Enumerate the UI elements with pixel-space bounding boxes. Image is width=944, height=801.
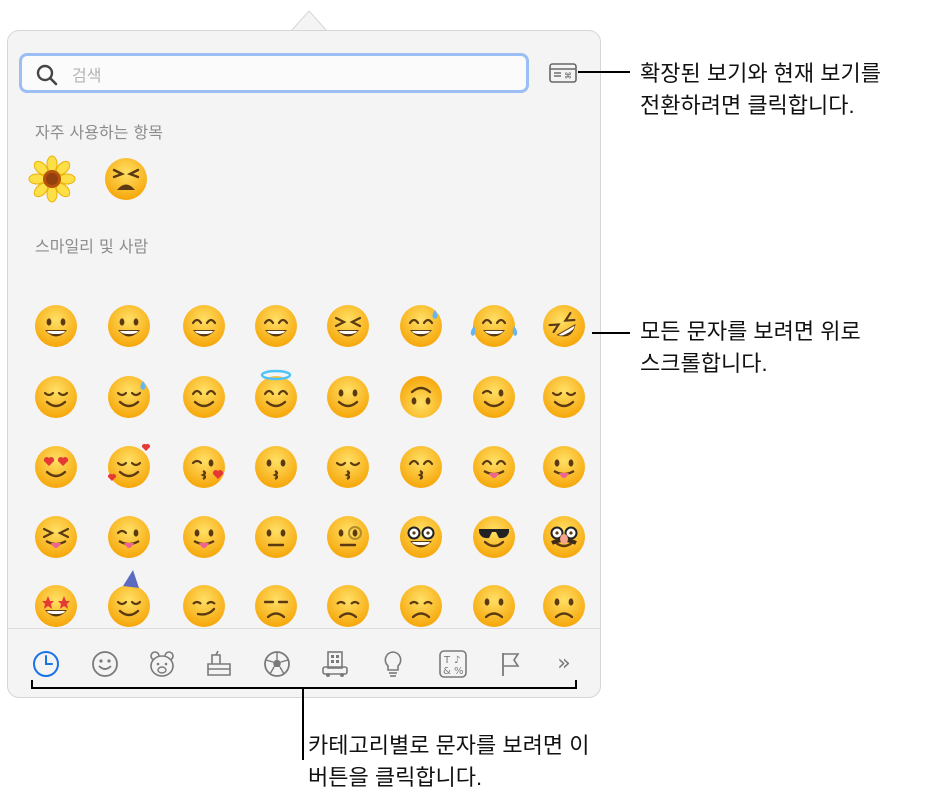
callout-scroll-line1: 모든 문자를 보려면 위로: [640, 319, 861, 344]
emoji-slight-smile[interactable]: [327, 376, 369, 418]
emoji-zany[interactable]: [183, 516, 225, 558]
emoji-sweat-smile[interactable]: [400, 305, 442, 347]
callout-category-line1: 카테고리별로 문자를 보려면 이: [308, 733, 590, 758]
smiley-icon[interactable]: [90, 649, 120, 679]
emoji-sunglasses[interactable]: [473, 516, 515, 558]
magnifier-icon: [36, 64, 58, 90]
callout-view-line1: 확장된 보기와 현재 보기를: [640, 61, 881, 86]
emoji-halo[interactable]: [255, 369, 297, 418]
emoji-tears-of-joy[interactable]: [470, 305, 518, 347]
chevron-double-right-icon[interactable]: »: [549, 649, 579, 679]
buildings-icon[interactable]: [320, 649, 350, 679]
emoji-partying[interactable]: [108, 570, 150, 627]
callout-line-view: [578, 71, 630, 73]
emoji-tongue[interactable]: [543, 446, 585, 488]
emoji-heart-eyes[interactable]: [35, 446, 77, 488]
food-icon[interactable]: [204, 649, 234, 679]
svg-text:♪: ♪: [454, 655, 460, 666]
emoji-beaming[interactable]: [255, 305, 297, 347]
emoji-disguised[interactable]: [543, 516, 585, 558]
callout-view-toggle: 확장된 보기와 현재 보기를 전환하려면 클릭합니다.: [640, 58, 881, 122]
callout-category-line2: 버튼을 클릭합니다.: [308, 765, 483, 790]
emoji-squinting-laugh[interactable]: [327, 305, 369, 347]
symbols-icon[interactable]: T ♪ &%: [438, 649, 468, 679]
flag-icon[interactable]: [496, 649, 526, 679]
svg-text:&: &: [443, 666, 451, 677]
clock-icon[interactable]: [31, 649, 61, 679]
emoji-monocle[interactable]: [327, 516, 369, 558]
callout-view-line2: 전환하려면 클릭합니다.: [640, 93, 855, 118]
bear-icon[interactable]: [147, 649, 177, 679]
emoji-worried[interactable]: [473, 585, 515, 627]
callout-scroll: 모든 문자를 보려면 위로 스크롤합니다.: [640, 316, 861, 380]
emoji-yum[interactable]: [473, 446, 515, 488]
bracket-bottom: [31, 687, 577, 689]
emoji-tired-face[interactable]: [102, 155, 150, 203]
search-field[interactable]: 검색: [19, 53, 529, 93]
soccer-ball-icon[interactable]: [262, 649, 292, 679]
emoji-nerd[interactable]: [400, 516, 442, 558]
emoji-rofl[interactable]: [535, 297, 592, 354]
lightbulb-icon[interactable]: [378, 649, 408, 679]
emoji-grinning-big-eyes[interactable]: [108, 305, 150, 347]
emoji-kissing[interactable]: [255, 446, 297, 488]
callout-scroll-line2: 스크롤합니다.: [640, 351, 768, 376]
svg-text:%: %: [454, 666, 464, 677]
emoji-upside-down[interactable]: [400, 376, 442, 418]
emoji-star-struck[interactable]: [35, 585, 77, 627]
tab-divider: [8, 628, 600, 629]
callout-line-scroll: [592, 332, 630, 334]
emoji-pensive[interactable]: [400, 585, 442, 627]
emoji-smiling-eyes[interactable]: [183, 376, 225, 418]
emoji-wink[interactable]: [473, 376, 515, 418]
emoji-kissing-heart[interactable]: [183, 446, 225, 488]
emoji-relaxed-sweat[interactable]: [108, 376, 150, 418]
frequently-used-title: 자주 사용하는 항목: [35, 123, 163, 142]
callout-line-category: [302, 688, 304, 760]
svg-text:⌘: ⌘: [564, 72, 572, 81]
emoji-disappointed[interactable]: [327, 585, 369, 627]
emoji-grid: [8, 279, 602, 629]
emoji-relieved[interactable]: [543, 376, 585, 418]
smileys-section-title: 스마일리 및 사람: [35, 237, 149, 256]
emoji-grid-canvas: [35, 297, 592, 627]
emoji-kissing-smiling-eyes[interactable]: [400, 446, 442, 488]
emoji-wink-tongue[interactable]: [108, 516, 150, 558]
emoji-smiling-relaxed[interactable]: [35, 376, 77, 418]
svg-text:T: T: [443, 655, 451, 666]
emoji-confused[interactable]: [543, 585, 585, 627]
emoji-raised-eyebrow[interactable]: [255, 516, 297, 558]
emoji-picker-panel: 검색 ⌘ 자주 사용하는 항목 스마일리 및 사람 T ♪ & % »: [7, 30, 601, 698]
search-placeholder: 검색: [72, 66, 102, 85]
bracket-right: [575, 680, 577, 688]
emoji-smirk[interactable]: [183, 585, 225, 627]
emoji-grinning-smiling-eyes[interactable]: [183, 305, 225, 347]
emoji-grinning[interactable]: [35, 305, 77, 347]
emoji-smiling-hearts[interactable]: [107, 443, 151, 488]
callout-category: 카테고리별로 문자를 보려면 이 버튼을 클릭합니다.: [308, 730, 589, 794]
emoji-sunflower[interactable]: [28, 155, 76, 203]
emoji-unamused[interactable]: [255, 585, 297, 627]
character-viewer-icon[interactable]: ⌘: [549, 63, 577, 83]
emoji-kissing-closed-eyes[interactable]: [327, 446, 369, 488]
emoji-squint-tongue[interactable]: [35, 516, 77, 558]
